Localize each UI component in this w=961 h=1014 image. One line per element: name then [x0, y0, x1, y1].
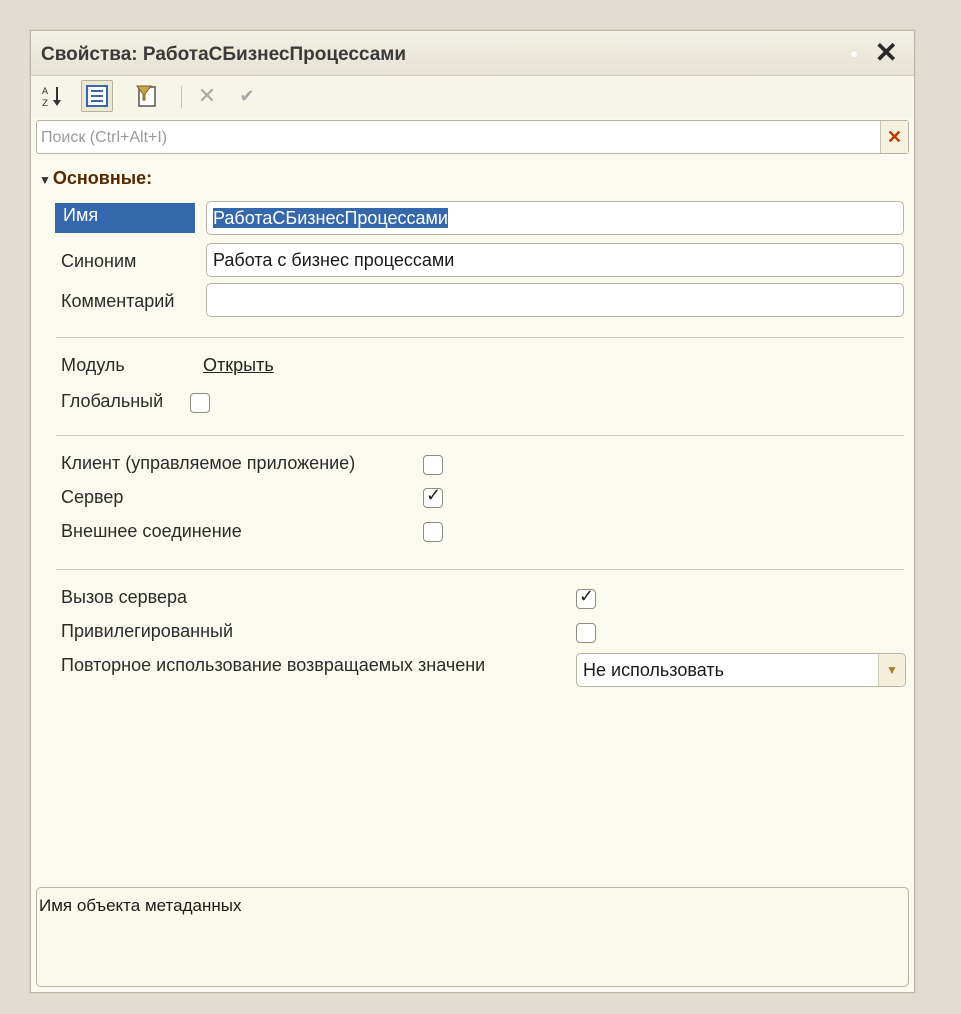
comment-field[interactable] [206, 283, 904, 317]
properties-list: ▼ Основные: Имя РаботаСБизнесПроцессами С… [31, 159, 914, 869]
delete-button[interactable]: ✕ [191, 80, 223, 112]
toolbar: A Z ✕ ✔ [31, 76, 914, 118]
collapse-triangle-icon: ▼ [39, 173, 51, 187]
prop-label-global: Глобальный [61, 391, 164, 411]
clear-search-button[interactable]: ✕ [880, 121, 908, 153]
client-checkbox[interactable] [423, 455, 443, 475]
server-call-checkbox[interactable]: ✓ [576, 586, 596, 609]
privileged-checkbox[interactable] [576, 623, 596, 643]
check-icon: ✔ [239, 85, 255, 106]
sort-az-button[interactable]: A Z [37, 80, 69, 112]
search-input[interactable] [39, 123, 874, 153]
name-field[interactable]: РаботаСБизнесПроцессами [206, 201, 904, 235]
svg-text:Z: Z [42, 99, 48, 108]
close-button[interactable]: ✕ [875, 37, 898, 69]
prop-label-external: Внешнее соединение [61, 521, 242, 541]
separator-2 [56, 435, 904, 436]
prop-label-module: Модуль [61, 355, 125, 375]
pin-icon[interactable] [850, 50, 858, 58]
search-box: ✕ [36, 120, 909, 154]
module-open-link[interactable]: Открыть [203, 355, 274, 376]
prop-label-client: Клиент (управляемое приложение) [61, 453, 356, 473]
window-title: Свойства: РаботаСБизнесПроцессами [41, 44, 407, 65]
filter-icon [136, 85, 156, 107]
separator-1 [56, 337, 904, 338]
prop-label-reuse: Повторное использование возвращаемых зна… [61, 655, 486, 675]
prop-label-privileged: Привилегированный [61, 621, 234, 641]
filter-button[interactable] [131, 80, 163, 112]
reuse-select[interactable]: Не использовать ▼ [576, 653, 906, 687]
properties-window: Свойства: РаботаСБизнесПроцессами ✕ A Z [30, 30, 915, 993]
categories-button[interactable] [81, 80, 113, 112]
toolbar-separator [181, 86, 182, 108]
prop-label-comment: Комментарий [61, 291, 175, 311]
reuse-value: Не использовать [583, 660, 724, 680]
group-main-label: Основные: [52, 168, 153, 188]
group-main[interactable]: ▼ Основные: [39, 168, 152, 189]
synonym-field[interactable]: Работа с бизнес процессами [206, 243, 904, 277]
dropdown-arrow-icon[interactable]: ▼ [878, 654, 905, 686]
global-checkbox[interactable] [190, 393, 210, 413]
prop-label-server: Сервер [61, 487, 124, 507]
prop-label-synonym: Синоним [61, 251, 137, 271]
delete-icon: ✕ [197, 83, 217, 108]
external-connection-checkbox[interactable] [423, 522, 443, 542]
server-checkbox[interactable]: ✓ [423, 485, 443, 508]
sort-az-icon: A Z [42, 87, 61, 108]
checkmark-icon: ✓ [426, 485, 442, 505]
name-value: РаботаСБизнесПроцессами [213, 208, 448, 228]
description-panel: Имя объекта метаданных [36, 887, 909, 987]
checkmark-icon: ✓ [579, 586, 595, 606]
svg-text:A: A [42, 87, 48, 98]
apply-button[interactable]: ✔ [231, 80, 263, 112]
title-bar: Свойства: РаботаСБизнесПроцессами ✕ [31, 31, 914, 76]
separator-3 [56, 569, 904, 570]
prop-label-name[interactable]: Имя [55, 203, 195, 233]
categories-icon [86, 85, 108, 107]
prop-label-server-call: Вызов сервера [61, 587, 187, 607]
